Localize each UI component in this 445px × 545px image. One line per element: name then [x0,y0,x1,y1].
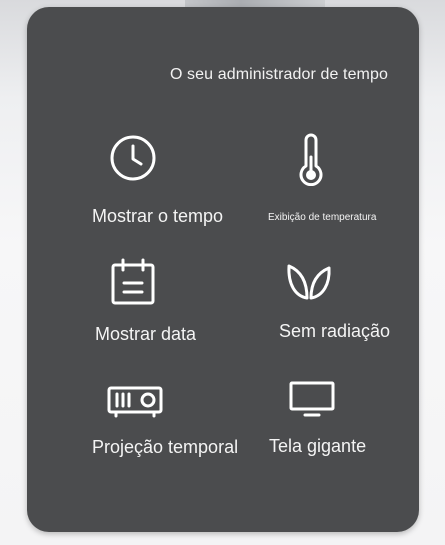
leaf-icon [283,262,335,302]
monitor-icon [287,379,337,419]
clock-icon [107,132,159,184]
feature-label-temperature: Exibição de temperatura [268,212,377,223]
card-subtitle: O seu administrador de tempo [169,66,388,83]
feature-label-no-radiation: Sem radiação [279,321,391,341]
calendar-icon [109,257,157,307]
projector-icon [106,383,164,419]
feature-label-time-projection: Projeção temporal [92,437,239,457]
feature-label-giant-screen: Tela gigante [269,436,367,456]
thermometer-icon [294,132,328,186]
feature-label-show-date: Mostrar data [95,324,197,344]
feature-card: O seu administrador de tempo Mostrar o t… [27,7,419,532]
feature-label-show-time: Mostrar o tempo [92,206,224,226]
